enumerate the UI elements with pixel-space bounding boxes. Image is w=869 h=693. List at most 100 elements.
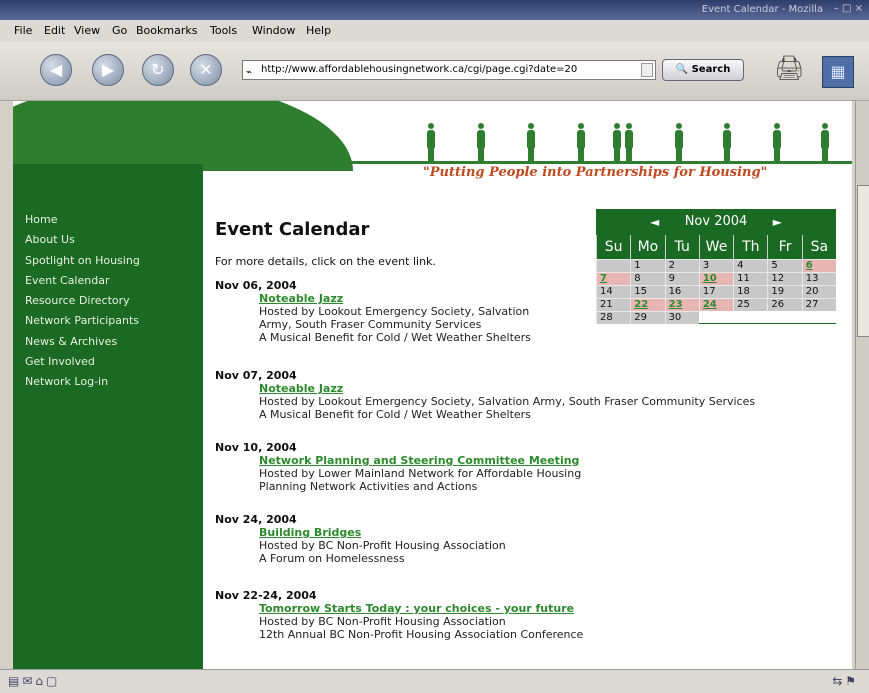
event-link[interactable]: Building Bridges [259, 526, 506, 539]
calendar-day-event-link[interactable]: 23 [664, 298, 699, 311]
stop-icon[interactable]: ✕ [190, 54, 222, 86]
sidebar-item-news-archives[interactable]: News & Archives [25, 332, 140, 352]
calendar-day: 3 [698, 259, 734, 272]
calendar-day-event-link[interactable]: 6 [801, 259, 836, 272]
calendar-day [596, 259, 631, 272]
event-link[interactable]: Network Planning and Steering Committee … [259, 454, 581, 467]
weekday-label: Th [733, 235, 768, 259]
sidebar-item-spotlight[interactable]: Spotlight on Housing [25, 251, 140, 271]
calendar-header: ◄ Nov 2004 ► [596, 209, 836, 235]
mini-calendar: ◄ Nov 2004 ► Su Mo Tu We Th Fr Sa 123456… [596, 209, 836, 324]
sidebar-item-network-login[interactable]: Network Log-in [25, 372, 140, 392]
event-detail: Planning Network Activities and Actions [259, 480, 478, 493]
event-item: Nov 06, 2004 Noteable Jazz Hosted by Loo… [215, 279, 531, 344]
page-icon: ⌁ [246, 67, 253, 78]
calendar-day: 13 [801, 272, 836, 285]
weekday-label: Tu [664, 235, 699, 259]
person-figure-icon [427, 123, 435, 161]
calendar-day: 16 [664, 285, 699, 298]
sidebar-item-about-us[interactable]: About Us [25, 230, 140, 250]
menu-tools[interactable]: Tools [210, 24, 237, 37]
search-label: Search [691, 64, 731, 75]
event-detail: 12th Annual BC Non-Profit Housing Associ… [259, 628, 584, 641]
sidebar-item-resource-directory[interactable]: Resource Directory [25, 291, 140, 311]
search-button[interactable]: 🔍 Search [662, 59, 744, 81]
person-figure-icon [477, 123, 485, 161]
event-link[interactable]: Tomorrow Starts Today : your choices - y… [259, 602, 583, 615]
navigation-toolbar: ◀ ▶ ↻ ✕ ⌁ http://www.affordablehousingne… [0, 42, 869, 101]
calendar-grid: Su Mo Tu We Th Fr Sa 1 2 3 4 5 6 7 8 9 10 11 12 13 14… [596, 235, 836, 324]
window-controls[interactable]: – □ × [834, 3, 863, 14]
prev-month-icon[interactable]: ◄ [650, 209, 659, 235]
event-link[interactable]: Noteable Jazz [259, 292, 531, 305]
intro-text: For more details, click on the event lin… [215, 255, 436, 268]
status-bar: ▤✉⌂▢ ⇆⚑ [0, 669, 869, 693]
sidebar-item-get-involved[interactable]: Get Involved [25, 352, 140, 372]
menu-help[interactable]: Help [306, 24, 331, 37]
weekday-label: Fr [767, 235, 802, 259]
calendar-day: 27 [801, 298, 836, 311]
page-content: "Putting People into Partnerships for Ho… [13, 101, 852, 669]
calendar-day: 4 [733, 259, 768, 272]
sidebar-item-home[interactable]: Home [25, 210, 140, 230]
calendar-day: 15 [630, 285, 665, 298]
calendar-day: 9 [664, 272, 699, 285]
calendar-day-event-link[interactable]: 24 [698, 298, 734, 311]
url-dropdown-icon[interactable] [641, 63, 653, 77]
event-detail: Hosted by BC Non-Profit Housing Associat… [259, 615, 506, 628]
print-icon[interactable]: 🖨 [774, 54, 808, 84]
page-title: Event Calendar [215, 219, 370, 240]
person-figure-icon [723, 123, 731, 161]
forward-icon[interactable]: ▶ [92, 54, 124, 86]
event-detail: A Forum on Homelessness [259, 552, 405, 565]
person-figure-icon [625, 123, 633, 161]
site-tagline: "Putting People into Partnerships for Ho… [423, 165, 768, 180]
calendar-day: 28 [596, 311, 631, 324]
person-figure-icon [675, 123, 683, 161]
calendar-day: 20 [801, 285, 836, 298]
menu-edit[interactable]: Edit [44, 24, 65, 37]
calendar-day: 11 [733, 272, 768, 285]
menu-window[interactable]: Window [252, 24, 295, 37]
back-icon[interactable]: ◀ [40, 54, 72, 86]
throbber-icon: ▦ [822, 56, 854, 88]
vertical-scrollbar[interactable] [855, 101, 869, 669]
event-detail: Hosted by BC Non-Profit Housing Associat… [259, 539, 506, 552]
calendar-day-event-link[interactable]: 22 [630, 298, 665, 311]
scrollbar-thumb[interactable] [857, 185, 869, 337]
weekday-label: Sa [801, 235, 836, 259]
event-detail: Hosted by Lookout Emergency Society, Sal… [259, 305, 530, 318]
sidebar-item-event-calendar[interactable]: Event Calendar [25, 271, 140, 291]
weekday-label: We [698, 235, 734, 259]
person-figure-icon [577, 123, 585, 161]
next-month-icon[interactable]: ► [773, 209, 782, 235]
menu-file[interactable]: File [14, 24, 32, 37]
calendar-day: 26 [767, 298, 802, 311]
event-link[interactable]: Noteable Jazz [259, 382, 755, 395]
person-figure-icon [773, 123, 781, 161]
calendar-day-event-link[interactable]: 7 [596, 272, 631, 285]
status-left-icons[interactable]: ▤✉⌂▢ [8, 674, 60, 688]
reload-icon[interactable]: ↻ [142, 54, 174, 86]
window-titlebar: Event Calendar - Mozilla – □ × [0, 0, 869, 20]
event-detail: Army, South Fraser Community Services [259, 318, 482, 331]
weekday-label: Mo [630, 235, 665, 259]
url-input[interactable]: ⌁ http://www.affordablehousingnetwork.ca… [242, 60, 656, 80]
menu-bookmarks[interactable]: Bookmarks [136, 24, 197, 37]
calendar-day: 21 [596, 298, 631, 311]
calendar-day: 1 [630, 259, 665, 272]
person-figure-icon [821, 123, 829, 161]
event-date: Nov 07, 2004 [215, 369, 297, 382]
sidebar-item-network-participants[interactable]: Network Participants [25, 311, 140, 331]
menu-go[interactable]: Go [112, 24, 127, 37]
sidebar-nav: Home About Us Spotlight on Housing Event… [25, 210, 140, 393]
weekday-label: Su [596, 235, 631, 259]
person-figure-icon [527, 123, 535, 161]
calendar-day: 19 [767, 285, 802, 298]
event-detail: A Musical Benefit for Cold / Wet Weather… [259, 408, 531, 421]
header-ground-line [203, 161, 852, 164]
person-figure-icon [613, 123, 621, 161]
menu-view[interactable]: View [74, 24, 100, 37]
calendar-day-event-link[interactable]: 10 [698, 272, 734, 285]
event-item: Nov 22-24, 2004 Tomorrow Starts Today : … [215, 589, 583, 641]
